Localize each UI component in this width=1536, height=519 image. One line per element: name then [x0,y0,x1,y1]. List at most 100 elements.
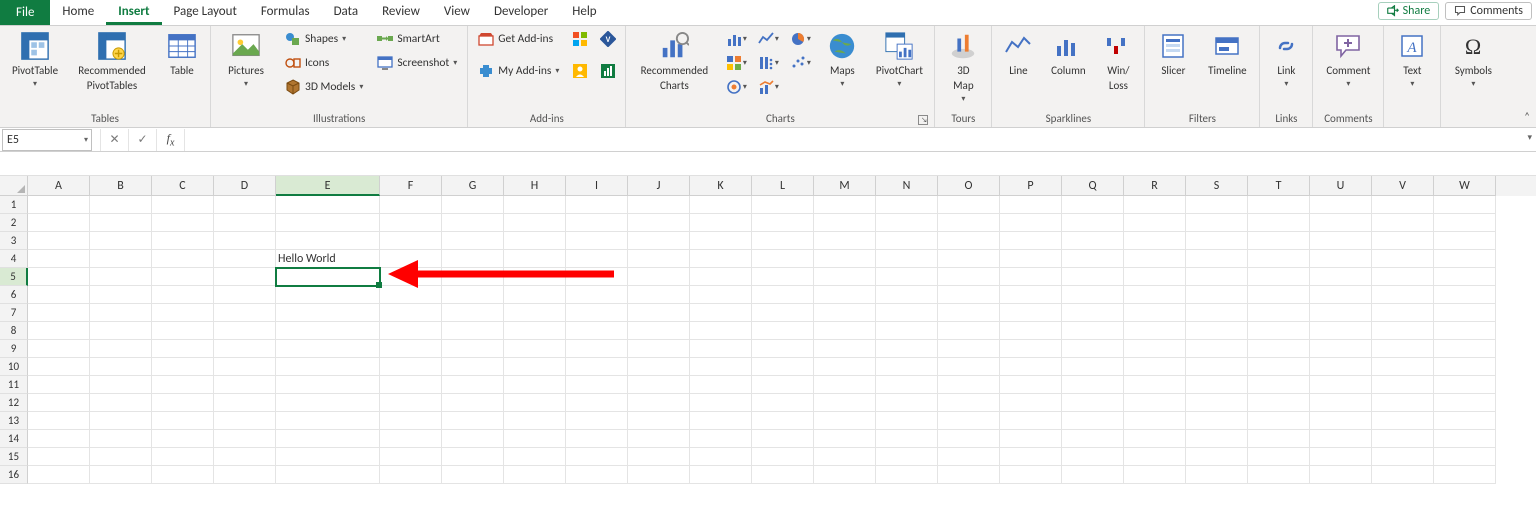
cell-F10[interactable] [380,358,442,376]
cell-O1[interactable] [938,196,1000,214]
cell-I6[interactable] [566,286,628,304]
cell-V8[interactable] [1372,322,1434,340]
cell-A11[interactable] [28,376,90,394]
cell-Q11[interactable] [1062,376,1124,394]
cell-W9[interactable] [1434,340,1496,358]
name-box[interactable]: E5 ▾ [2,129,92,151]
sparkline-winloss-button[interactable]: Win/ Loss [1098,28,1138,92]
slicer-button[interactable]: Slicer [1151,28,1195,77]
people-graph-addin-button[interactable] [569,60,591,82]
cell-A12[interactable] [28,394,90,412]
cell-S3[interactable] [1186,232,1248,250]
cell-O14[interactable] [938,430,1000,448]
tab-file[interactable]: File [0,0,50,25]
cell-A16[interactable] [28,466,90,484]
cell-G16[interactable] [442,466,504,484]
cell-E7[interactable] [276,304,380,322]
link-button[interactable]: Link ▾ [1266,28,1306,89]
cell-Q8[interactable] [1062,322,1124,340]
cell-K9[interactable] [690,340,752,358]
column-header-G[interactable]: G [442,176,504,196]
cell-T3[interactable] [1248,232,1310,250]
cell-Q5[interactable] [1062,268,1124,286]
row-header-9[interactable]: 9 [0,340,28,358]
cell-G2[interactable] [442,214,504,232]
cell-I14[interactable] [566,430,628,448]
cell-Q10[interactable] [1062,358,1124,376]
cell-M3[interactable] [814,232,876,250]
cell-U5[interactable] [1310,268,1372,286]
cell-K15[interactable] [690,448,752,466]
column-header-K[interactable]: K [690,176,752,196]
cell-G3[interactable] [442,232,504,250]
cell-S4[interactable] [1186,250,1248,268]
3d-map-button[interactable]: 3D Map ▾ [941,28,985,104]
cell-E5[interactable] [276,268,380,286]
cell-E15[interactable] [276,448,380,466]
cell-J8[interactable] [628,322,690,340]
cell-R12[interactable] [1124,394,1186,412]
cell-S13[interactable] [1186,412,1248,430]
cell-U14[interactable] [1310,430,1372,448]
cell-S6[interactable] [1186,286,1248,304]
column-header-A[interactable]: A [28,176,90,196]
my-addins-button[interactable]: My Add-ins ▾ [474,60,563,82]
cell-F13[interactable] [380,412,442,430]
cell-H8[interactable] [504,322,566,340]
cell-T4[interactable] [1248,250,1310,268]
cell-B11[interactable] [90,376,152,394]
cell-J13[interactable] [628,412,690,430]
cell-F6[interactable] [380,286,442,304]
cell-F9[interactable] [380,340,442,358]
cell-S10[interactable] [1186,358,1248,376]
column-header-J[interactable]: J [628,176,690,196]
cell-J9[interactable] [628,340,690,358]
cell-K12[interactable] [690,394,752,412]
cell-L1[interactable] [752,196,814,214]
cell-K4[interactable] [690,250,752,268]
comment-button[interactable]: Comment ▾ [1319,28,1377,89]
text-button[interactable]: A Text ▾ [1390,28,1434,89]
cell-P3[interactable] [1000,232,1062,250]
cell-G15[interactable] [442,448,504,466]
cell-I2[interactable] [566,214,628,232]
cell-K1[interactable] [690,196,752,214]
cell-Q3[interactable] [1062,232,1124,250]
cell-M12[interactable] [814,394,876,412]
cell-O11[interactable] [938,376,1000,394]
cell-R6[interactable] [1124,286,1186,304]
cell-E3[interactable] [276,232,380,250]
cell-T14[interactable] [1248,430,1310,448]
column-header-V[interactable]: V [1372,176,1434,196]
cell-D2[interactable] [214,214,276,232]
cell-O10[interactable] [938,358,1000,376]
cell-Q14[interactable] [1062,430,1124,448]
cell-F4[interactable] [380,250,442,268]
cell-L16[interactable] [752,466,814,484]
cell-T2[interactable] [1248,214,1310,232]
cell-D15[interactable] [214,448,276,466]
cell-W1[interactable] [1434,196,1496,214]
cell-P10[interactable] [1000,358,1062,376]
cell-D11[interactable] [214,376,276,394]
cell-H15[interactable] [504,448,566,466]
cell-A7[interactable] [28,304,90,322]
cell-E2[interactable] [276,214,380,232]
cell-J10[interactable] [628,358,690,376]
cell-P12[interactable] [1000,394,1062,412]
row-header-12[interactable]: 12 [0,394,28,412]
timeline-button[interactable]: Timeline [1201,28,1253,77]
cell-S7[interactable] [1186,304,1248,322]
cell-O12[interactable] [938,394,1000,412]
cell-O15[interactable] [938,448,1000,466]
tab-page-layout[interactable]: Page Layout [162,0,249,25]
cell-S15[interactable] [1186,448,1248,466]
table-button[interactable]: Table [160,28,204,77]
column-header-W[interactable]: W [1434,176,1496,196]
cell-I5[interactable] [566,268,628,286]
cell-R13[interactable] [1124,412,1186,430]
cell-C14[interactable] [152,430,214,448]
cell-N9[interactable] [876,340,938,358]
comments-button[interactable]: Comments [1445,2,1532,20]
cell-Q2[interactable] [1062,214,1124,232]
